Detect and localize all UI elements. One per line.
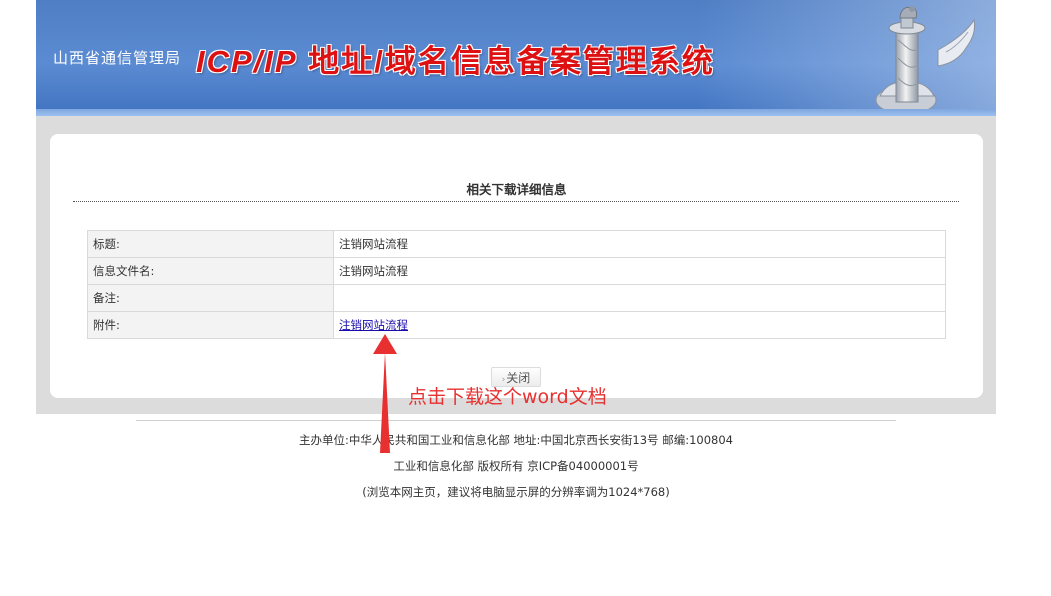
row-value: 注销网站流程 <box>333 230 946 258</box>
row-value <box>333 284 946 312</box>
footer-copyright: 工业和信息化部 版权所有 京ICP备04000001号 <box>393 459 639 473</box>
page-wrapper: 山西省通信管理局 ICP/IP 地址/域名信息备案管理系统 相关下载详细信息 标… <box>36 0 996 414</box>
row-label: 附件: <box>87 311 334 339</box>
row-label: 信息文件名: <box>87 257 334 285</box>
table-row: 附件: 注销网站流程 <box>87 311 946 339</box>
row-label: 标题: <box>87 230 334 258</box>
attachment-cell: 注销网站流程 <box>333 311 946 339</box>
row-value: 注销网站流程 <box>333 257 946 285</box>
attachment-download-link[interactable]: 注销网站流程 <box>339 318 408 332</box>
row-label: 备注: <box>87 284 334 312</box>
table-row: 备注: <box>87 284 946 312</box>
table-row: 标题: 注销网站流程 <box>87 230 946 258</box>
annotation-text: 点击下载这个word文档 <box>408 386 607 408</box>
header-strip <box>36 109 996 116</box>
detail-table: 标题: 注销网站流程 信息文件名: 注销网站流程 备注: 附件: 注销网站流程 <box>87 230 946 339</box>
huabiao-pillar-icon <box>876 6 975 115</box>
table-row: 信息文件名: 注销网站流程 <box>87 257 946 285</box>
main-content-area: 相关下载详细信息 标题: 注销网站流程 信息文件名: 注销网站流程 备注: 附件… <box>36 116 996 414</box>
footer-divider <box>136 420 896 421</box>
panel-title: 相关下载详细信息 <box>466 182 567 197</box>
detail-panel: 相关下载详细信息 标题: 注销网站流程 信息文件名: 注销网站流程 备注: 附件… <box>50 134 983 398</box>
system-title: ICP/IP 地址/域名信息备案管理系统 <box>196 36 715 81</box>
system-title-text: 地址/域名信息备案管理系统 <box>297 44 715 79</box>
bureau-name: 山西省通信管理局 <box>53 49 182 67</box>
dotted-divider <box>73 201 959 202</box>
system-title-latin: ICP/IP <box>196 44 298 79</box>
footer-resolution-note: (浏览本网主页，建议将电脑显示屏的分辨率调为1024*768) <box>362 485 670 499</box>
footer-sponsor: 主办单位:中华人民共和国工业和信息化部 地址:中国北京西长安街13号 邮编:10… <box>299 433 733 447</box>
header-banner: 山西省通信管理局 ICP/IP 地址/域名信息备案管理系统 <box>36 0 996 116</box>
